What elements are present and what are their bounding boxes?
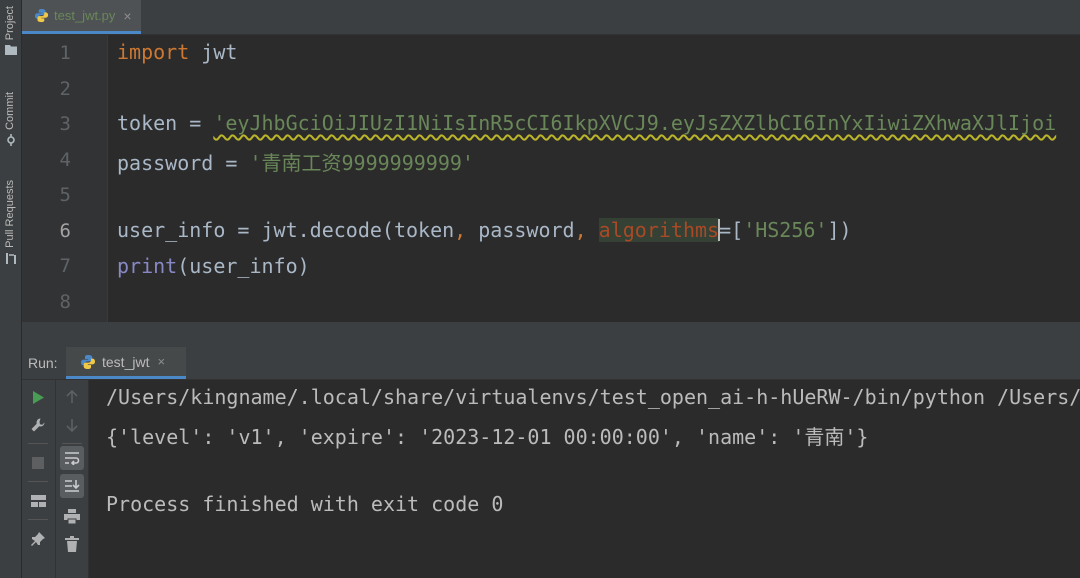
scroll-to-end-icon [65, 480, 80, 492]
line-number: 4 [59, 149, 71, 171]
wrench-icon [31, 418, 45, 432]
editor-tab-bar: test_jwt.py × [22, 0, 1080, 35]
trash-icon [65, 536, 79, 552]
builtin-print: print [117, 254, 178, 278]
commit-icon [6, 133, 15, 146]
toolbar-separator [28, 519, 48, 520]
toolbar-separator [62, 443, 82, 444]
pin-icon [31, 532, 45, 546]
panel-splitter[interactable] [22, 322, 1080, 347]
stop-icon [32, 457, 44, 469]
arrow-up-icon [66, 390, 78, 403]
pull-requests-tab-label: Pull Requests [4, 180, 16, 248]
code-text: token = [117, 111, 214, 135]
run-toolbar-secondary [56, 380, 89, 578]
python-file-icon [34, 8, 49, 23]
line-number-gutter: 1 2 3 4 5 6 7 8 [22, 35, 108, 322]
layout-button[interactable] [26, 489, 50, 513]
token-string-literal: 'eyJhbGciOiJIUzI1NiIsInR5cCI6IkpXVCJ9.ey… [213, 111, 1057, 135]
line-number: 8 [59, 291, 71, 313]
layout-icon [30, 495, 46, 507]
run-toolbar-primary [22, 380, 56, 578]
pull-request-icon [5, 252, 16, 264]
toolbar-separator [28, 481, 48, 482]
console-line-command: /Users/kingname/.local/share/virtualenvs… [106, 385, 1080, 409]
commit-tab-label: Commit [4, 92, 16, 130]
code-editor[interactable]: 1 2 3 4 5 6 7 8 import jwt token = 'eyJh… [22, 35, 1080, 322]
print-icon [64, 508, 80, 524]
line-number: 5 [59, 184, 71, 206]
rerun-button[interactable] [26, 385, 50, 409]
console-line-output: {'level': 'v1', 'expire': '2023-12-01 00… [106, 425, 869, 449]
password-string-literal: '青南工资9999999999' [249, 151, 474, 175]
code-text: jwt [189, 40, 238, 64]
run-tab-label: test_jwt [102, 353, 150, 370]
code-line-6: user_info = jwt.decode(token, password, … [117, 218, 852, 242]
code-line-3: token = 'eyJhbGciOiJIUzI1NiIsInR5cCI6Ikp… [117, 111, 1056, 135]
line-number: 3 [59, 113, 71, 135]
arrow-down-icon [66, 419, 78, 432]
print-button[interactable] [60, 504, 84, 528]
pull-requests-tool-tab[interactable]: Pull Requests [0, 180, 21, 265]
soft-wrap-icon [65, 452, 80, 465]
code-text: password = [117, 151, 250, 175]
commit-tool-tab[interactable]: Commit [0, 92, 21, 146]
console-line-exit-status: Process finished with exit code 0 [106, 492, 504, 516]
code-line-4: password = '青南工资9999999999' [117, 147, 474, 176]
close-run-tab-icon[interactable]: × [157, 354, 165, 369]
clear-all-button[interactable] [60, 532, 84, 556]
keyword-import: import [117, 40, 190, 64]
line-number: 2 [59, 78, 71, 100]
python-run-config-icon [81, 354, 95, 369]
soft-wrap-toggle[interactable] [60, 446, 84, 470]
close-tab-icon[interactable]: × [123, 8, 131, 24]
code-text: ]) [827, 218, 852, 242]
code-text: (user_info) [177, 254, 310, 278]
run-panel-title: Run: [28, 355, 58, 371]
named-argument: algorithms [598, 218, 720, 242]
edit-configuration-button[interactable] [26, 413, 50, 437]
line-number: 1 [59, 42, 71, 64]
line-number-current: 6 [59, 220, 71, 242]
code-text: password [466, 218, 575, 242]
project-tab-label: Project [4, 6, 16, 41]
editor-tab-label: test_jwt.py [54, 8, 116, 23]
code-line-7: print(user_info) [117, 254, 310, 278]
comma: , [574, 218, 587, 242]
folder-icon [4, 45, 17, 56]
project-tool-tab[interactable]: Project [0, 6, 21, 56]
previous-occurrence-button[interactable] [60, 385, 84, 409]
comma: , [454, 218, 467, 242]
next-occurrence-button[interactable] [60, 413, 84, 437]
toolbar-separator [28, 443, 48, 444]
run-console-output[interactable]: /Users/kingname/.local/share/virtualenvs… [89, 380, 1080, 578]
code-line-1: import jwt [117, 40, 237, 64]
play-icon [33, 390, 44, 404]
code-text: user_info = jwt.decode(token [117, 218, 455, 242]
run-tab-test-jwt[interactable]: test_jwt × [66, 347, 186, 379]
algorithm-string-literal: 'HS256' [743, 218, 828, 242]
code-text: =[ [719, 218, 744, 242]
line-number: 7 [59, 255, 71, 277]
run-panel-header: Run: test_jwt × [22, 347, 1080, 380]
left-tool-strip: Project Commit Pull Requests [0, 0, 22, 578]
scroll-to-end-toggle[interactable] [60, 474, 84, 498]
pin-tab-button[interactable] [26, 527, 50, 551]
editor-tab-test-jwt[interactable]: test_jwt.py × [22, 0, 141, 34]
stop-button[interactable] [26, 451, 50, 475]
